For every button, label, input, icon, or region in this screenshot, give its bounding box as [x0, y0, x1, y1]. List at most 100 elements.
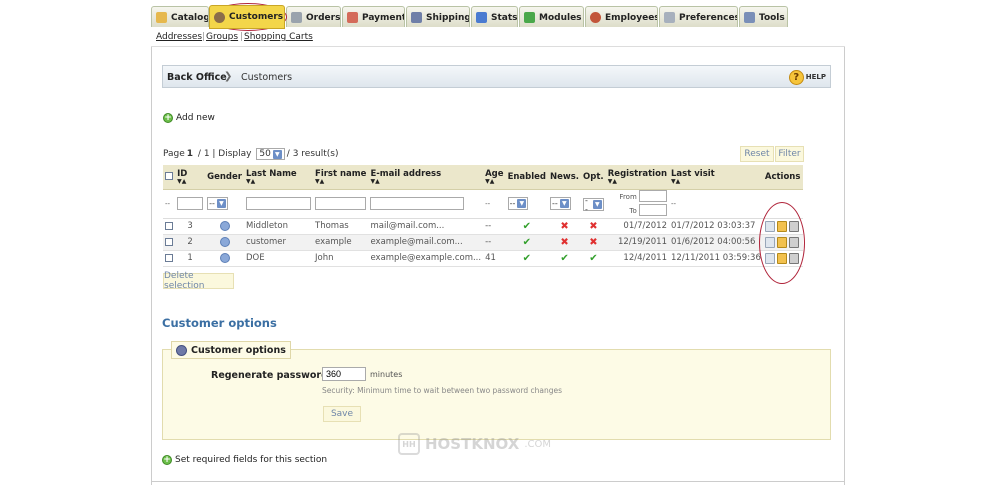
filter-button[interactable]: Filter	[775, 146, 804, 162]
sort-arrows-icon[interactable]: ▼▲	[246, 178, 311, 185]
cell-first-name: Thomas	[313, 218, 369, 235]
fieldset-legend: Customer options	[171, 341, 291, 359]
view-icon[interactable]	[765, 236, 775, 248]
table-row[interactable]: 1 DOE John example@example.com... 41 ✔ ✔…	[163, 250, 803, 267]
breadcrumb-current: Customers	[241, 72, 293, 83]
tab-shipping[interactable]: Shipping	[406, 6, 470, 28]
cross-icon[interactable]: ✖	[589, 221, 597, 232]
tab-tools[interactable]: Tools	[739, 6, 788, 28]
delete-icon[interactable]	[789, 252, 799, 264]
select-all-checkbox[interactable]	[165, 172, 173, 181]
folder-icon	[156, 12, 167, 23]
edit-icon[interactable]	[777, 252, 787, 264]
set-required-fields-link[interactable]: + Set required fields for this section	[162, 455, 327, 465]
delete-selection-button[interactable]: Delete selection	[163, 271, 234, 291]
table-header-row: ID ▼▲ Gender Last Name ▼▲ First name ▼▲ E-m…	[163, 165, 803, 190]
filter-cell: --	[669, 189, 763, 219]
sort-arrows-icon[interactable]: ▼▲	[608, 178, 667, 185]
filter-opt-in-select[interactable]: -- ▼	[583, 196, 604, 214]
cell-last-name: DOE	[243, 250, 314, 267]
help-button[interactable]: ? HELP	[788, 69, 826, 85]
edit-icon[interactable]	[777, 220, 787, 232]
document-icon	[291, 12, 302, 23]
check-icon[interactable]: ✔	[523, 237, 531, 248]
per-page-select[interactable]: 50 ▼	[256, 148, 285, 160]
cell-id: 3	[175, 218, 206, 235]
add-icon: +	[163, 113, 173, 123]
check-icon[interactable]: ✔	[560, 253, 568, 264]
subnav-addresses[interactable]: Addresses	[156, 32, 202, 42]
edit-icon[interactable]	[777, 236, 787, 248]
filter-cell: -- ▼	[548, 189, 582, 219]
tab-customers[interactable]: Customers	[209, 5, 285, 29]
cell-email: example@mail.com...	[368, 234, 484, 251]
sort-arrows-icon[interactable]: ▼▲	[177, 178, 203, 185]
filter-enabled-select[interactable]: -- ▼	[507, 197, 529, 210]
reset-button[interactable]: Reset	[740, 146, 774, 162]
tab-preferences[interactable]: Preferences	[659, 6, 738, 28]
filter-row: -- -- ▼ -- -- ▼ -- ▼ -- ▼ From To --	[163, 189, 803, 219]
filter-cell	[313, 189, 369, 219]
subnav-groups[interactable]: Groups	[206, 32, 238, 42]
cross-icon[interactable]: ✖	[589, 237, 597, 248]
pagination: Page 1 / 1 | Display 50 ▼ / 3 result(s)	[163, 148, 339, 160]
person-icon	[176, 344, 187, 356]
regenerate-password-label: Regenerate password:	[211, 370, 332, 381]
column-header-age: Age ▼▲	[483, 165, 506, 190]
filter-gender-select[interactable]: -- ▼	[207, 197, 228, 210]
filter-cell	[243, 189, 314, 219]
filter-first-name-input[interactable]	[315, 197, 367, 210]
sort-arrows-icon[interactable]: ▼▲	[370, 178, 481, 185]
filter-last-name-input[interactable]	[245, 197, 311, 210]
cell-email: example@example.com...	[368, 250, 484, 267]
cell-gender	[205, 218, 244, 235]
tab-orders[interactable]: Orders	[286, 6, 341, 28]
sort-arrows-icon[interactable]: ▼▲	[485, 178, 503, 185]
tab-modules[interactable]: Modules	[519, 6, 584, 28]
filter-newsletter-select[interactable]: -- ▼	[550, 197, 571, 210]
payment-icon	[347, 12, 358, 23]
male-gender-icon	[219, 252, 230, 263]
dropdown-arrow-icon: ▼	[272, 149, 282, 159]
main-tab-bar: Catalog Customers Orders Payment Shippin…	[151, 5, 845, 29]
filter-registration-from-input[interactable]	[639, 190, 667, 202]
sort-arrows-icon[interactable]: ▼▲	[671, 178, 761, 185]
check-icon[interactable]: ✔	[523, 221, 531, 232]
tab-stats[interactable]: Stats	[471, 6, 518, 28]
cell-first-name: John	[313, 250, 369, 267]
regenerate-password-input[interactable]	[322, 367, 366, 381]
add-new-link[interactable]: + Add new	[163, 113, 215, 123]
delete-icon[interactable]	[789, 236, 799, 248]
sort-arrows-icon[interactable]: ▼▲	[315, 178, 366, 185]
filter-id-input[interactable]	[177, 197, 204, 210]
tab-employees[interactable]: Employees	[585, 6, 658, 28]
save-button[interactable]: Save	[323, 406, 361, 422]
delete-icon[interactable]	[789, 220, 799, 232]
filter-registration-to-input[interactable]	[639, 204, 667, 216]
column-header-id: ID ▼▲	[175, 165, 206, 190]
filter-cell: --	[163, 189, 176, 219]
filter-email-input[interactable]	[370, 197, 465, 210]
table-row[interactable]: 3 Middleton Thomas mail@mail.com... -- ✔…	[163, 218, 803, 235]
view-icon[interactable]	[765, 220, 775, 232]
tab-payment[interactable]: Payment	[342, 6, 405, 28]
check-icon[interactable]: ✔	[523, 253, 531, 264]
row-checkbox[interactable]	[165, 221, 173, 230]
cross-icon[interactable]: ✖	[560, 221, 568, 232]
check-icon[interactable]: ✔	[589, 253, 597, 264]
table-row[interactable]: 2 customer example example@mail.com... -…	[163, 234, 803, 251]
breadcrumb-home[interactable]: Back Office	[167, 72, 227, 83]
view-icon[interactable]	[765, 252, 775, 264]
cell-age: 41	[483, 250, 506, 267]
cross-icon[interactable]: ✖	[560, 237, 568, 248]
subnav-shopping-carts[interactable]: Shopping Carts	[244, 32, 313, 42]
filter-cell: -- ▼	[505, 189, 549, 219]
cell-age: --	[483, 218, 506, 235]
row-select-cell	[163, 218, 176, 235]
row-checkbox[interactable]	[165, 237, 173, 246]
filter-cell	[762, 189, 803, 219]
tab-catalog[interactable]: Catalog	[151, 6, 209, 28]
cell-last-name: customer	[243, 234, 314, 251]
row-checkbox[interactable]	[165, 253, 173, 262]
sub-navigation: Addresses | Groups | Shopping Carts	[151, 27, 845, 47]
